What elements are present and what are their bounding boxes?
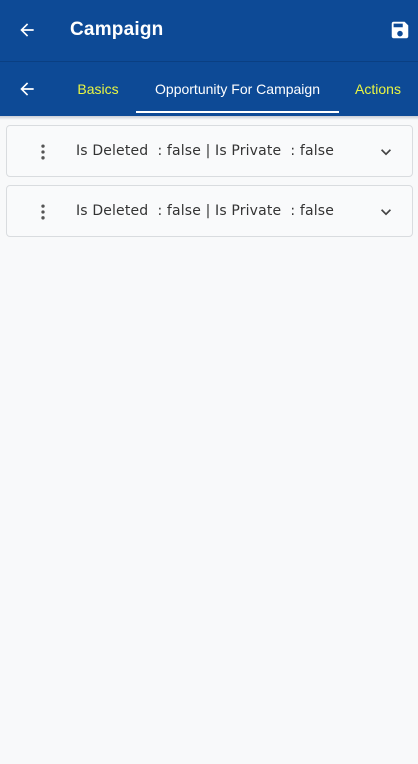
more-vertical-icon[interactable] [31,140,55,164]
save-icon[interactable] [388,18,412,42]
record-summary: Is Deleted : false | Is Private : false [76,143,334,159]
tab-back-arrow-icon[interactable] [14,76,40,102]
active-tab-indicator [136,111,339,113]
more-vertical-icon[interactable] [31,200,55,224]
app-bar: Campaign [0,0,418,61]
tab-actions[interactable]: Actions [347,62,409,116]
record-summary: Is Deleted : false | Is Private : false [76,203,334,219]
tab-opportunity-for-campaign[interactable]: Opportunity For Campaign [136,62,339,116]
tab-bar: Basics Opportunity For Campaign Actions [0,62,418,116]
list-item[interactable]: Is Deleted : false | Is Private : false [6,125,413,177]
tab-basics[interactable]: Basics [68,62,128,116]
chevron-down-icon[interactable] [374,140,398,164]
tab-bar-shadow [0,116,418,120]
back-arrow-icon[interactable] [14,17,40,43]
chevron-down-icon[interactable] [374,200,398,224]
page-title: Campaign [70,19,164,40]
tab-label: Opportunity For Campaign [155,81,320,97]
list-item[interactable]: Is Deleted : false | Is Private : false [6,185,413,237]
record-list: Is Deleted : false | Is Private : false … [6,125,413,245]
